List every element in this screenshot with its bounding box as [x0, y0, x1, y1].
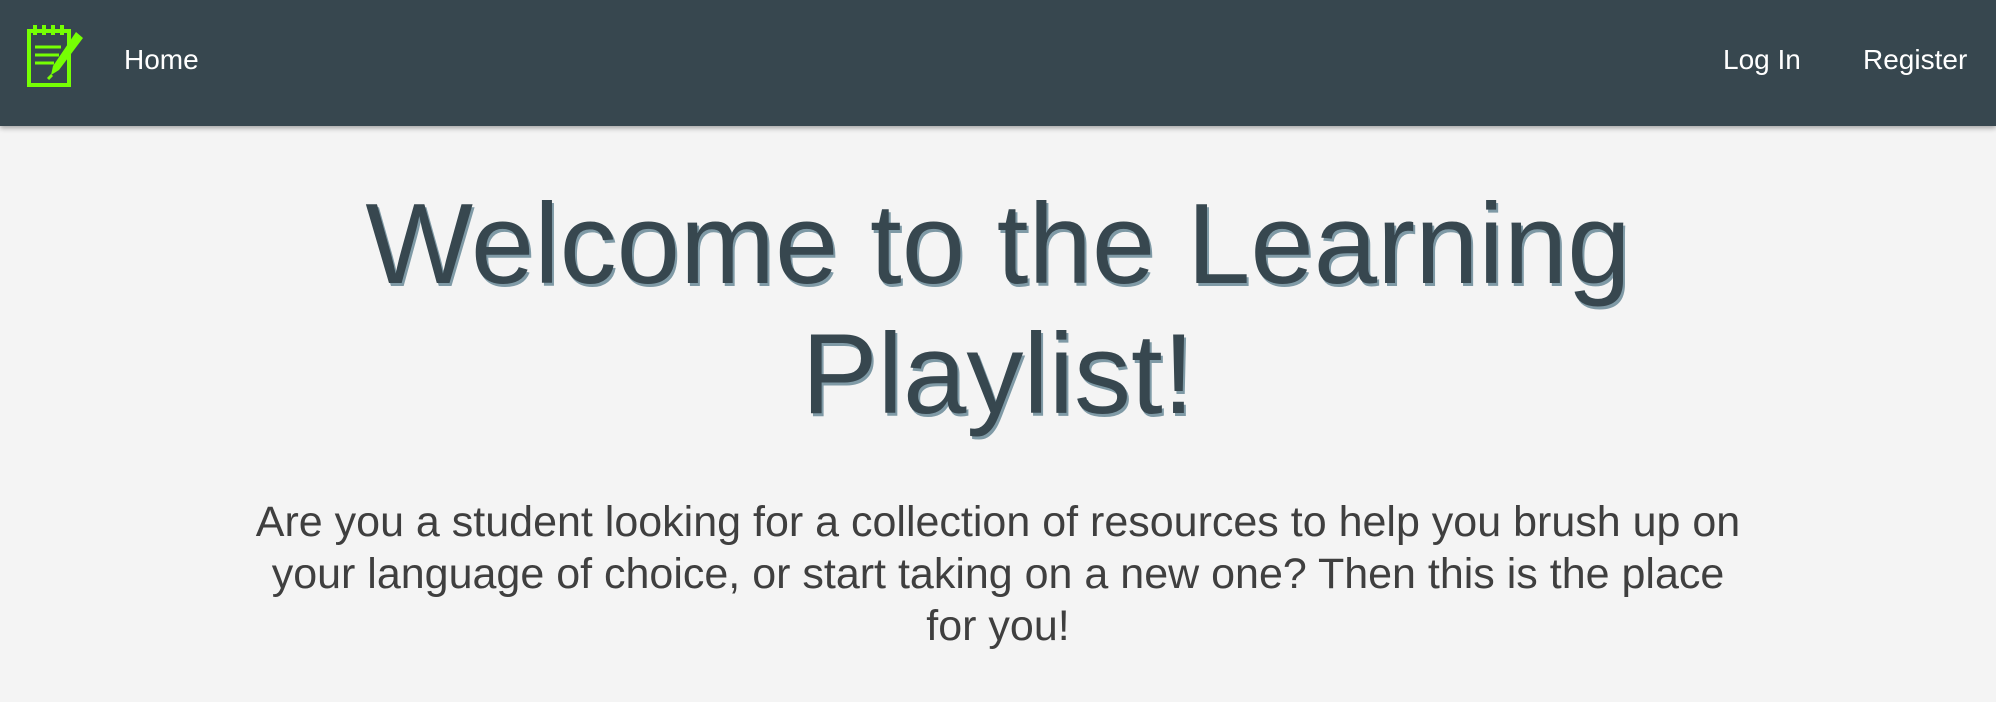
nav-register-link[interactable]: Register — [1863, 42, 1967, 78]
nav-login-link[interactable]: Log In — [1723, 42, 1801, 78]
notepad-pencil-icon — [27, 25, 83, 87]
hero-description: Are you a student looking for a collecti… — [255, 498, 1741, 650]
top-navbar: Home Log In Register — [0, 0, 1996, 126]
brand-logo-link[interactable] — [26, 23, 88, 89]
nav-home-link[interactable]: Home — [124, 42, 199, 78]
main-content: Welcome to the Learning Playlist! Are yo… — [0, 126, 1996, 702]
hero-title: Welcome to the Learning Playlist! — [365, 181, 1631, 438]
